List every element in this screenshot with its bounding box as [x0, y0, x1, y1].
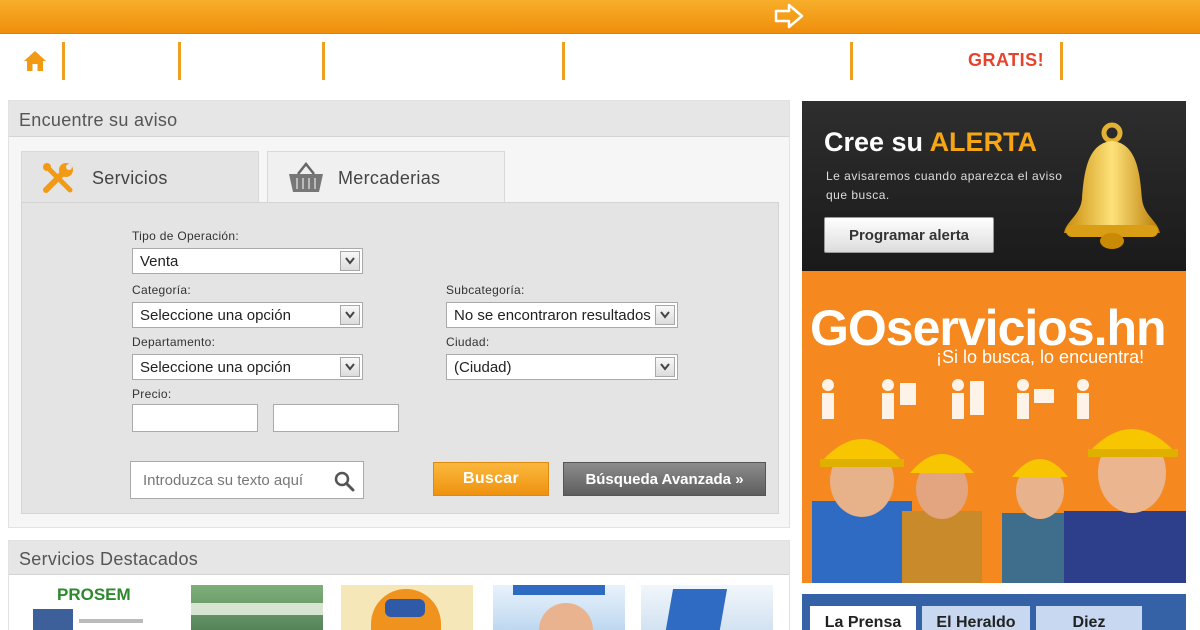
nav-gratis-link[interactable]: GRATIS!: [968, 50, 1044, 71]
nav-separator: [322, 42, 325, 80]
categoria-label: Categoría:: [132, 283, 192, 297]
tab-la-prensa[interactable]: La Prensa: [810, 606, 916, 630]
workers-image: [812, 429, 1186, 583]
nav-separator: [850, 42, 853, 80]
precio-min-input[interactable]: [132, 404, 258, 432]
home-icon[interactable]: [22, 48, 48, 74]
departamento-label: Departamento:: [132, 335, 216, 349]
goservicios-brand-go: GO: [810, 300, 887, 356]
nav-separator: [62, 42, 65, 80]
categoria-select[interactable]: Seleccione una opción: [132, 302, 363, 328]
chevron-down-icon[interactable]: [340, 251, 360, 271]
search-panel-title: Encuentre su aviso: [9, 101, 789, 137]
alert-banner: Cree su ALERTA Le avisaremos cuando apar…: [802, 101, 1186, 271]
busqueda-avanzada-button[interactable]: Búsqueda Avanzada »: [563, 462, 766, 496]
goservicios-tagline: ¡Si lo busca, lo encuentra!: [936, 347, 1145, 367]
thumb3-figure-detail: [385, 599, 425, 617]
prosem-thumb-image: [33, 609, 73, 630]
ciudad-select[interactable]: (Ciudad): [446, 354, 678, 380]
tab-el-heraldo[interactable]: El Heraldo: [922, 606, 1030, 630]
search-panel: Encuentre su aviso Servicios Mercaderias…: [8, 100, 790, 528]
tipo-operacion-label: Tipo de Operación:: [132, 229, 240, 243]
departamento-select[interactable]: Seleccione una opción: [132, 354, 363, 380]
featured-title: Servicios Destacados: [9, 541, 789, 575]
search-text-placeholder: Introduzca su texto aquí: [143, 472, 304, 489]
featured-services: Servicios Destacados PROSEM: [8, 540, 790, 630]
thumb4-header: [513, 585, 605, 595]
featured-thumb-prosem[interactable]: PROSEM: [19, 585, 151, 630]
buscar-button[interactable]: Buscar: [433, 462, 549, 496]
precio-max-input[interactable]: [273, 404, 399, 432]
featured-thumb-5[interactable]: [641, 585, 773, 630]
newspapers-widget: La Prensa El Heraldo Diez: [802, 594, 1186, 630]
tab-mercaderias-label: Mercaderias: [338, 168, 441, 188]
featured-thumb-2[interactable]: [191, 585, 323, 630]
tab-mercaderias[interactable]: Mercaderias: [267, 151, 505, 203]
departamento-value: Seleccione una opción: [140, 359, 291, 376]
arrow-right-icon[interactable]: [772, 2, 806, 30]
alert-description: Le avisaremos cuando aparezca el aviso q…: [826, 169, 1063, 202]
search-icon[interactable]: [333, 470, 355, 492]
alert-title-accent: ALERTA: [929, 127, 1038, 157]
nav-separator: [178, 42, 181, 80]
chevron-down-icon[interactable]: [340, 357, 360, 377]
alert-title: Cree su ALERTA: [824, 127, 1037, 158]
tipo-operacion-value: Venta: [140, 253, 179, 270]
goservicios-ad[interactable]: GOservicios.hn ¡Si lo busca, lo encuentr…: [802, 271, 1186, 583]
thumb5-figure: [664, 589, 728, 630]
top-bar: [0, 0, 1200, 34]
chevron-down-icon[interactable]: [340, 305, 360, 325]
programar-alerta-button[interactable]: Programar alerta: [824, 217, 994, 253]
chevron-down-icon[interactable]: [655, 357, 675, 377]
featured-thumb-4[interactable]: [493, 585, 625, 630]
wrench-icon: [43, 163, 73, 193]
chevron-down-icon[interactable]: [655, 305, 675, 325]
ciudad-value: (Ciudad): [454, 359, 512, 376]
nav-separator: [1060, 42, 1063, 80]
bell-icon: [1064, 122, 1160, 249]
ciudad-label: Ciudad:: [446, 335, 490, 349]
subcategoria-select[interactable]: No se encontraron resultados: [446, 302, 678, 328]
search-form: Tipo de Operación: Venta Categoría: Sele…: [21, 202, 779, 514]
tab-servicios[interactable]: Servicios: [21, 151, 259, 203]
prosem-thumb-line: [79, 619, 143, 623]
main-nav: GRATIS!: [0, 34, 1200, 96]
categoria-value: Seleccione una opción: [140, 307, 291, 324]
prosem-logo-text: PROSEM: [57, 585, 131, 604]
basket-icon: [289, 161, 323, 192]
subcategoria-value: No se encontraron resultados: [454, 307, 651, 324]
alert-title-prefix: Cree su: [824, 127, 924, 157]
tipo-operacion-select[interactable]: Venta: [132, 248, 363, 274]
thumb4-figure: [539, 603, 593, 630]
tab-diez[interactable]: Diez: [1036, 606, 1142, 630]
subcategoria-label: Subcategoría:: [446, 283, 525, 297]
search-text-input[interactable]: Introduzca su texto aquí: [130, 461, 364, 499]
precio-label: Precio:: [132, 387, 172, 401]
nav-separator: [562, 42, 565, 80]
tab-servicios-label: Servicios: [92, 168, 168, 188]
thumb2-stripe: [191, 603, 323, 615]
featured-thumb-3[interactable]: [341, 585, 473, 630]
